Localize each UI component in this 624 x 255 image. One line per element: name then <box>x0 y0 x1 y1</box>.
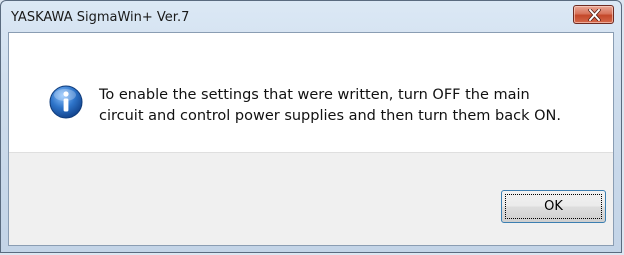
ok-button-label: OK <box>505 194 602 219</box>
message-area: To enable the settings that were written… <box>9 33 613 152</box>
message-text: To enable the settings that were written… <box>99 85 599 127</box>
information-icon <box>49 85 83 119</box>
window-title: YASKAWA SigmaWin+ Ver.7 <box>11 10 190 25</box>
close-button[interactable] <box>573 5 614 24</box>
button-bar: OK <box>9 152 613 245</box>
dialog-client-area: To enable the settings that were written… <box>8 32 614 246</box>
message-line-2: circuit and control power supplies and t… <box>99 108 561 124</box>
title-bar[interactable]: YASKAWA SigmaWin+ Ver.7 <box>1 1 621 33</box>
ok-button[interactable]: OK <box>501 190 606 223</box>
message-line-1: To enable the settings that were written… <box>99 87 530 103</box>
message-dialog: YASKAWA SigmaWin+ Ver.7 To enable the se… <box>0 0 622 253</box>
close-icon <box>588 9 601 21</box>
